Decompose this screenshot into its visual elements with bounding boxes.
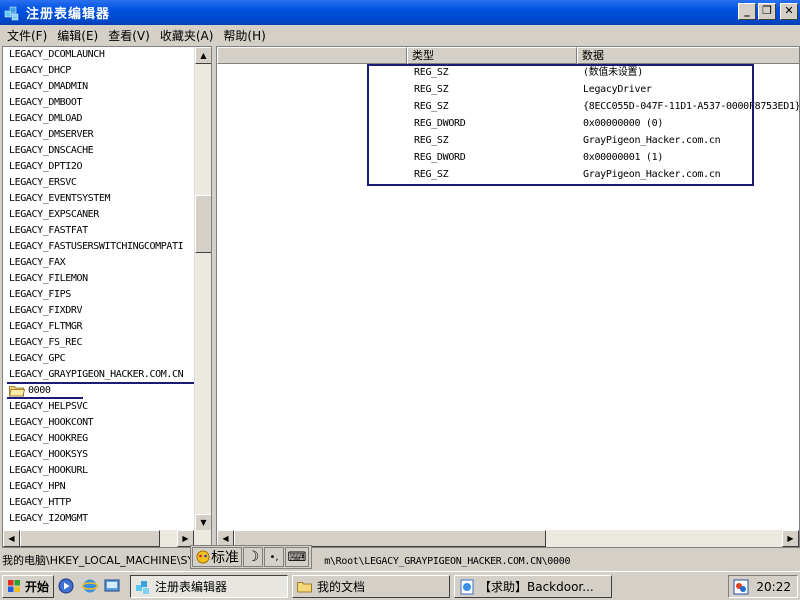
annotation-box	[367, 64, 754, 186]
tree-item[interactable]: LEGACY_HTTP	[3, 495, 195, 511]
tree-item[interactable]: LEGACY_DNSCACHE	[3, 143, 195, 159]
tree-item[interactable]: LEGACY_DHCP	[3, 63, 195, 79]
tree-item[interactable]: LEGACY_DPTI2O	[3, 159, 195, 175]
menu-view[interactable]: 查看(V)	[103, 27, 155, 44]
key-tree: LEGACY_DCOMLAUNCH LEGACY_DHCP LEGACY_DMA…	[3, 47, 195, 531]
tree-item[interactable]: LEGACY_HOOKREG	[3, 431, 195, 447]
title-bar[interactable]: 注册表编辑器 _ ❐ ✕	[0, 0, 800, 25]
close-button[interactable]: ✕	[780, 3, 798, 20]
ime-logo-icon	[196, 550, 210, 564]
menu-help[interactable]: 帮助(H)	[218, 27, 270, 44]
annotation-underline	[7, 382, 203, 384]
scroll-thumb[interactable]	[195, 195, 211, 253]
tree-item[interactable]: LEGACY_HPN	[3, 479, 195, 495]
show-desktop-icon[interactable]	[104, 578, 120, 594]
tree-item[interactable]: LEGACY_I2OMGMT	[3, 511, 195, 527]
tree-horizontal-scrollbar[interactable]: ◀ ▶	[3, 530, 211, 547]
ime-mode-button[interactable]: 标准	[192, 547, 242, 567]
scroll-thumb[interactable]	[20, 530, 160, 547]
menu-bar: 文件(F) 编辑(E) 查看(V) 收藏夹(A) 帮助(H)	[0, 25, 800, 45]
system-tray: 20:22	[728, 575, 798, 598]
windows-logo-icon	[8, 580, 20, 592]
tree-item-graypigeon[interactable]: LEGACY_GRAYPIGEON_HACKER.COM.CN	[3, 367, 195, 383]
scroll-down-arrow-icon[interactable]: ▼	[195, 514, 211, 531]
ime-mode-label: 标准	[211, 550, 239, 566]
ime-tray-icon[interactable]	[733, 579, 749, 595]
menu-file[interactable]: 文件(F)	[2, 27, 52, 44]
tree-item[interactable]: LEGACY_HOOKCONT	[3, 415, 195, 431]
tree-item[interactable]: LEGACY_FS_REC	[3, 335, 195, 351]
tree-item[interactable]: LEGACY_HELPSVC	[3, 399, 195, 415]
start-label: 开始	[25, 579, 50, 594]
status-path-start: 我的电脑\HKEY_LOCAL_MACHINE\SYS	[2, 554, 202, 567]
task-my-documents[interactable]: 我的文档	[292, 575, 450, 598]
scroll-right-arrow-icon[interactable]: ▶	[782, 530, 799, 547]
task-label: 我的文档	[317, 580, 366, 594]
tree-item[interactable]: LEGACY_DMADMIN	[3, 79, 195, 95]
tree-item[interactable]: LEGACY_FASTUSERSWITCHINGCOMPATI	[3, 239, 195, 255]
taskbar: 开始 注册表编辑器 我的文档 【求助】Backdoor... 20:22	[0, 571, 800, 600]
tree-item[interactable]: LEGACY_DMBOOT	[3, 95, 195, 111]
tree-item[interactable]: LEGACY_EVENTSYSTEM	[3, 191, 195, 207]
regedit-icon	[136, 580, 149, 594]
scroll-left-arrow-icon[interactable]: ◀	[3, 530, 20, 547]
tree-item[interactable]: LEGACY_FASTFAT	[3, 223, 195, 239]
open-folder-icon	[9, 386, 25, 397]
tree-item[interactable]: LEGACY_EXPSCANER	[3, 207, 195, 223]
task-label: 注册表编辑器	[155, 580, 228, 594]
tree-item[interactable]: LEGACY_FIXDRV	[3, 303, 195, 319]
minimize-button[interactable]: _	[738, 3, 756, 20]
punctuation-icon[interactable]: •,	[264, 547, 284, 567]
annotation-underline	[7, 397, 83, 399]
task-browser[interactable]: 【求助】Backdoor...	[454, 575, 612, 598]
menu-edit[interactable]: 编辑(E)	[52, 27, 103, 44]
folder-icon	[297, 581, 312, 592]
task-label: 【求助】Backdoor...	[479, 580, 594, 594]
column-name[interactable]	[217, 47, 407, 64]
tree-vertical-scrollbar[interactable]: ▲ ▼	[194, 47, 211, 531]
tree-item[interactable]: LEGACY_FILEMON	[3, 271, 195, 287]
start-button[interactable]: 开始	[2, 574, 55, 598]
regedit-icon	[4, 6, 19, 20]
status-path-end: m\Root\LEGACY_GRAYPIGEON_HACKER.COM.CN\0…	[324, 556, 571, 567]
soft-keyboard-icon[interactable]: ⌨	[285, 547, 309, 567]
value-list-pane[interactable]: 类型 数据 REG_SZ (数值未设置) REG_SZ LegacyDriver…	[216, 46, 800, 548]
tree-item[interactable]: LEGACY_DCOMLAUNCH	[3, 47, 195, 63]
tree-item[interactable]: LEGACY_DMLOAD	[3, 111, 195, 127]
tree-item[interactable]: LEGACY_DMSERVER	[3, 127, 195, 143]
tree-item[interactable]: LEGACY_FLTMGR	[3, 319, 195, 335]
clock[interactable]: 20:22	[756, 580, 791, 594]
browser-page-icon	[460, 579, 474, 594]
tree-item[interactable]: LEGACY_FAX	[3, 255, 195, 271]
menu-favorites[interactable]: 收藏夹(A)	[155, 27, 219, 44]
value-list-header: 类型 数据	[217, 47, 799, 64]
ime-toolbar[interactable]: 标准 ☽ •, ⌨	[190, 545, 312, 569]
column-data[interactable]: 数据	[577, 47, 799, 64]
half-width-moon-icon[interactable]: ☽	[243, 547, 263, 567]
task-regedit[interactable]: 注册表编辑器	[130, 575, 288, 598]
key-tree-pane[interactable]: LEGACY_DCOMLAUNCH LEGACY_DHCP LEGACY_DMA…	[2, 46, 212, 548]
status-bar: 我的电脑\HKEY_LOCAL_MACHINE\SYS m\Root\LEGACY…	[0, 552, 800, 570]
media-player-icon[interactable]	[58, 578, 74, 594]
scroll-up-arrow-icon[interactable]: ▲	[195, 47, 211, 64]
tree-item[interactable]: LEGACY_ERSVC	[3, 175, 195, 191]
column-type[interactable]: 类型	[407, 47, 577, 64]
tree-item[interactable]: LEGACY_HOOKURL	[3, 463, 195, 479]
restore-button[interactable]: ❐	[758, 3, 776, 20]
internet-explorer-icon[interactable]	[82, 578, 98, 594]
window-title: 注册表编辑器	[26, 7, 111, 22]
tree-item[interactable]: LEGACY_HOOKSYS	[3, 447, 195, 463]
tree-item[interactable]: LEGACY_GPC	[3, 351, 195, 367]
tree-item[interactable]: LEGACY_FIPS	[3, 287, 195, 303]
